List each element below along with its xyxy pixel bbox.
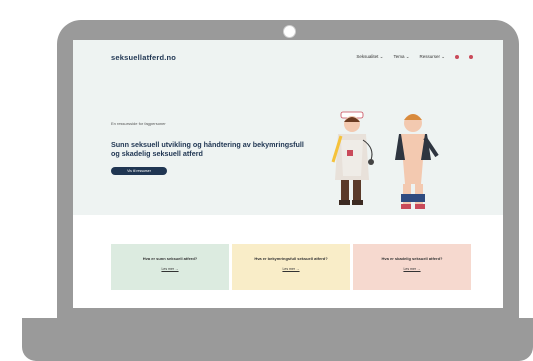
read-more-link[interactable]: Les mer →: [353, 267, 471, 271]
boy-figure: [395, 114, 439, 209]
search-icon[interactable]: [455, 55, 459, 59]
card-bekymringsfull[interactable]: Hva er bekymringsfull seksuell atferd? L…: [232, 244, 350, 290]
resources-button[interactable]: Vis til ressurser: [111, 167, 167, 175]
read-more-link[interactable]: Les mer →: [232, 267, 350, 271]
nav-item-seksualitet[interactable]: Seksualitet ⌄: [356, 54, 383, 60]
card-title: Hva er skadelig seksuell atferd?: [381, 256, 443, 261]
nurse-child-figure: [331, 111, 374, 205]
read-more-link[interactable]: Les mer →: [111, 267, 229, 271]
hero-eyebrow: En ressursside for fagpersoner: [111, 121, 166, 126]
laptop-base: [22, 318, 533, 361]
menu-icon[interactable]: [469, 55, 473, 59]
hero-headline: Sunn seksuell utvikling og håndtering av…: [111, 140, 304, 158]
nav-item-ressurser[interactable]: Ressurser ⌄: [419, 54, 445, 60]
card-title: Hva er bekymringsfull seksuell atferd?: [254, 256, 328, 261]
laptop-screen: seksuellatferd.no Seksualitet ⌄ Tema ⌄ R…: [73, 40, 503, 308]
webcam-icon: [283, 25, 296, 38]
hero-section: seksuellatferd.no Seksualitet ⌄ Tema ⌄ R…: [73, 40, 503, 215]
main-nav: Seksualitet ⌄ Tema ⌄ Ressurser ⌄: [356, 54, 473, 60]
card-title: Hva er sunn seksuell atferd?: [142, 256, 198, 261]
card-skadelig[interactable]: Hva er skadelig seksuell atferd? Les mer…: [353, 244, 471, 290]
children-illustration: [331, 111, 439, 209]
nav-item-tema[interactable]: Tema ⌄: [393, 54, 409, 60]
site-logo[interactable]: seksuellatferd.no: [111, 53, 176, 62]
card-sunn[interactable]: Hva er sunn seksuell atferd? Les mer →: [111, 244, 229, 290]
